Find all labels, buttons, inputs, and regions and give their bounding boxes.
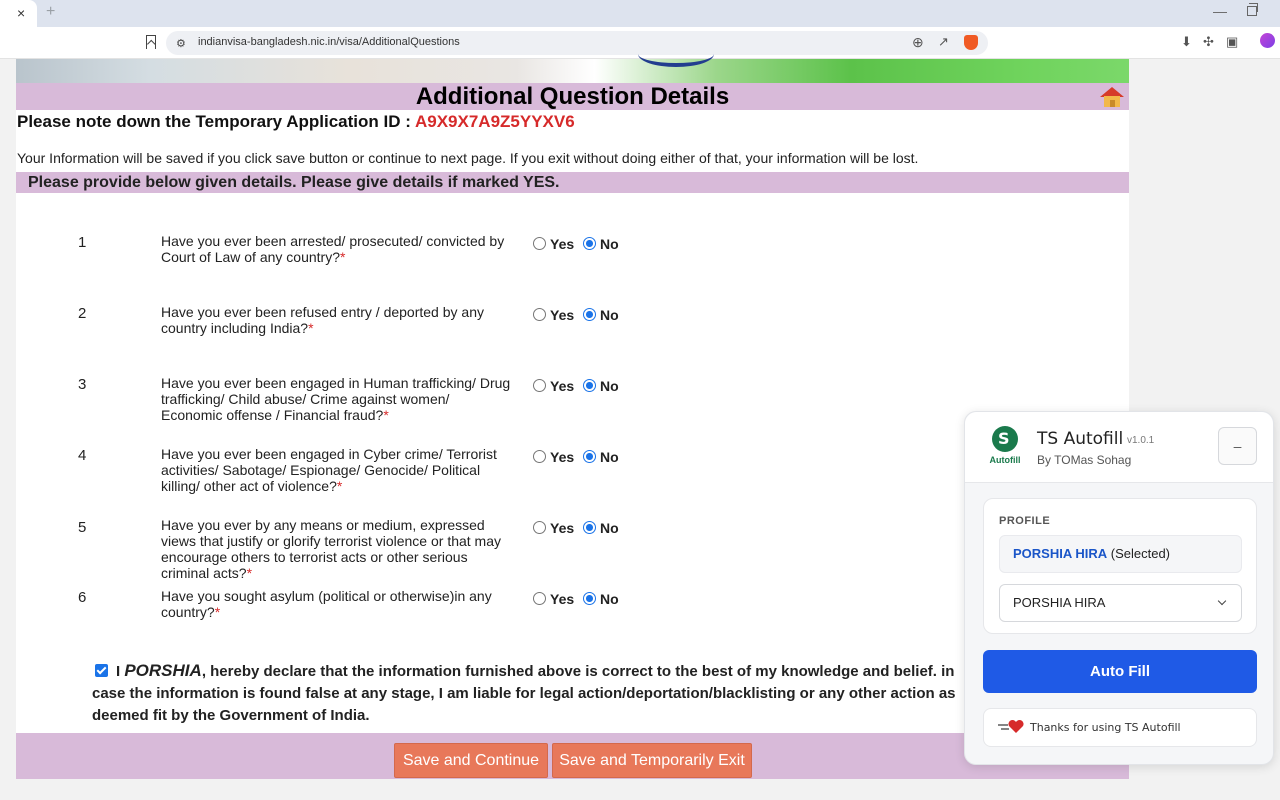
- no-label: No: [600, 591, 619, 607]
- question-text: Have you ever been engaged in Human traf…: [161, 375, 511, 423]
- screenshot-icon[interactable]: ▣: [1226, 34, 1238, 50]
- temp-id-row: Please note down the Temporary Applicati…: [17, 112, 575, 132]
- extensions-puzzle-icon[interactable]: ✣: [1203, 34, 1214, 50]
- no-label: No: [600, 378, 619, 394]
- home-icon[interactable]: [1098, 86, 1126, 108]
- save-exit-button[interactable]: Save and Temporarily Exit: [552, 743, 752, 778]
- save-info-text: Your Information will be saved if you cl…: [17, 150, 919, 166]
- logo-mark-icon: S: [998, 429, 1010, 448]
- question-number: 5: [78, 519, 87, 536]
- declaration-checkbox[interactable]: [95, 664, 108, 677]
- share-icon[interactable]: ↗: [938, 34, 949, 50]
- extension-version: v1.0.1: [1127, 435, 1155, 446]
- no-radio[interactable]: [583, 379, 596, 392]
- main-content: Additional Question Details Please note …: [16, 59, 1129, 779]
- yes-label: Yes: [550, 591, 575, 607]
- question-number: 4: [78, 447, 87, 464]
- instructions-bar: Please provide below given details. Plea…: [16, 172, 1129, 193]
- yes-radio[interactable]: [533, 379, 546, 392]
- extension-header: S Autofill TS Autofill v1.0.1 By TOMas S…: [965, 412, 1273, 483]
- no-radio[interactable]: [583, 237, 596, 250]
- yes-radio[interactable]: [533, 450, 546, 463]
- chevron-down-icon: [1217, 596, 1227, 606]
- declaration-name: PORSHIA: [124, 661, 202, 680]
- logo-label: Autofill: [989, 455, 1021, 465]
- selected-profile-suffix: (Selected): [1110, 546, 1171, 561]
- declaration: I PORSHIA, hereby declare that the infor…: [92, 660, 972, 727]
- instructions-text: Please provide below given details. Plea…: [28, 174, 560, 191]
- emblem-seal: [638, 41, 714, 67]
- auto-fill-button[interactable]: Auto Fill: [983, 650, 1257, 693]
- tab-strip: × + —: [0, 0, 1280, 27]
- yes-label: Yes: [550, 307, 575, 323]
- header-banner: [16, 59, 1129, 83]
- thanks-text: Thanks for using TS Autofill: [1030, 721, 1181, 734]
- brave-shield-icon[interactable]: [964, 35, 978, 50]
- profile-avatar[interactable]: [1260, 33, 1275, 48]
- tab-close-icon[interactable]: ×: [17, 6, 25, 20]
- yes-label: Yes: [550, 449, 575, 465]
- question-text: Have you ever by any means or medium, ex…: [161, 517, 502, 581]
- question-text: Have you sought asylum (political or oth…: [161, 588, 492, 620]
- profile-dropdown-value: PORSHIA HIRA: [1013, 595, 1106, 610]
- question-text: Have you ever been arrested/ prosecuted/…: [161, 233, 505, 265]
- no-label: No: [600, 236, 619, 252]
- yes-label: Yes: [550, 378, 575, 394]
- autofill-extension-panel: S Autofill TS Autofill v1.0.1 By TOMas S…: [964, 411, 1274, 765]
- no-radio[interactable]: [583, 521, 596, 534]
- browser-tab[interactable]: ×: [0, 0, 37, 27]
- question-text: Have you ever been refused entry / depor…: [161, 304, 484, 336]
- question-text: Have you ever been engaged in Cyber crim…: [161, 446, 497, 494]
- no-label: No: [600, 520, 619, 536]
- yes-radio[interactable]: [533, 237, 546, 250]
- selected-profile-name: PORSHIA HIRA: [1013, 546, 1108, 561]
- temp-id-label: Please note down the Temporary Applicati…: [17, 112, 411, 131]
- temp-application-id: A9X9X7A9Z5YYXV6: [414, 112, 575, 131]
- form-actions-bar: Save and Continue Save and Temporarily E…: [16, 733, 1129, 779]
- url-text[interactable]: indianvisa-bangladesh.nic.in/visa/Additi…: [198, 36, 460, 48]
- yes-radio[interactable]: [533, 521, 546, 534]
- address-bar[interactable]: ⚙ indianvisa-bangladesh.nic.in/visa/Addi…: [166, 31, 988, 55]
- extension-author: By TOMas Sohag: [1037, 453, 1132, 467]
- extension-leaf-icon[interactable]: ⬇: [1181, 34, 1192, 50]
- declaration-text: , hereby declare that the information fu…: [92, 663, 956, 724]
- page-title: Additional Question Details: [415, 83, 730, 110]
- no-radio[interactable]: [583, 450, 596, 463]
- minimize-window-icon[interactable]: —: [1213, 3, 1227, 19]
- no-label: No: [600, 449, 619, 465]
- question-number: 2: [78, 305, 87, 322]
- thanks-card: Thanks for using TS Autofill: [983, 708, 1257, 747]
- question-number: 3: [78, 376, 87, 393]
- new-tab-icon[interactable]: +: [46, 4, 55, 20]
- extension-logo: S Autofill: [985, 426, 1025, 468]
- no-radio[interactable]: [583, 308, 596, 321]
- extension-name: TS Autofill: [1037, 429, 1124, 449]
- profile-label: PROFILE: [999, 515, 1051, 527]
- yes-label: Yes: [550, 236, 575, 252]
- no-label: No: [600, 307, 619, 323]
- yes-label: Yes: [550, 520, 575, 536]
- question-number: 1: [78, 234, 87, 251]
- save-continue-button[interactable]: Save and Continue: [394, 743, 548, 778]
- bookmark-icon[interactable]: [146, 35, 156, 49]
- question-number: 6: [78, 589, 87, 606]
- profile-dropdown[interactable]: PORSHIA HIRA: [999, 584, 1242, 622]
- title-bar: Additional Question Details: [16, 83, 1129, 110]
- yes-radio[interactable]: [533, 308, 546, 321]
- no-radio[interactable]: [583, 592, 596, 605]
- declaration-prefix: I: [116, 663, 121, 680]
- zoom-icon[interactable]: ⊕: [912, 34, 924, 51]
- site-settings-icon[interactable]: ⚙: [176, 37, 186, 50]
- restore-window-icon[interactable]: [1247, 3, 1258, 16]
- yes-radio[interactable]: [533, 592, 546, 605]
- selected-profile: PORSHIA HIRA (Selected): [999, 535, 1242, 573]
- profile-card: PROFILE PORSHIA HIRA (Selected) PORSHIA …: [983, 498, 1257, 634]
- minimize-panel-button[interactable]: –: [1218, 427, 1257, 465]
- heart-icon: [998, 719, 1024, 733]
